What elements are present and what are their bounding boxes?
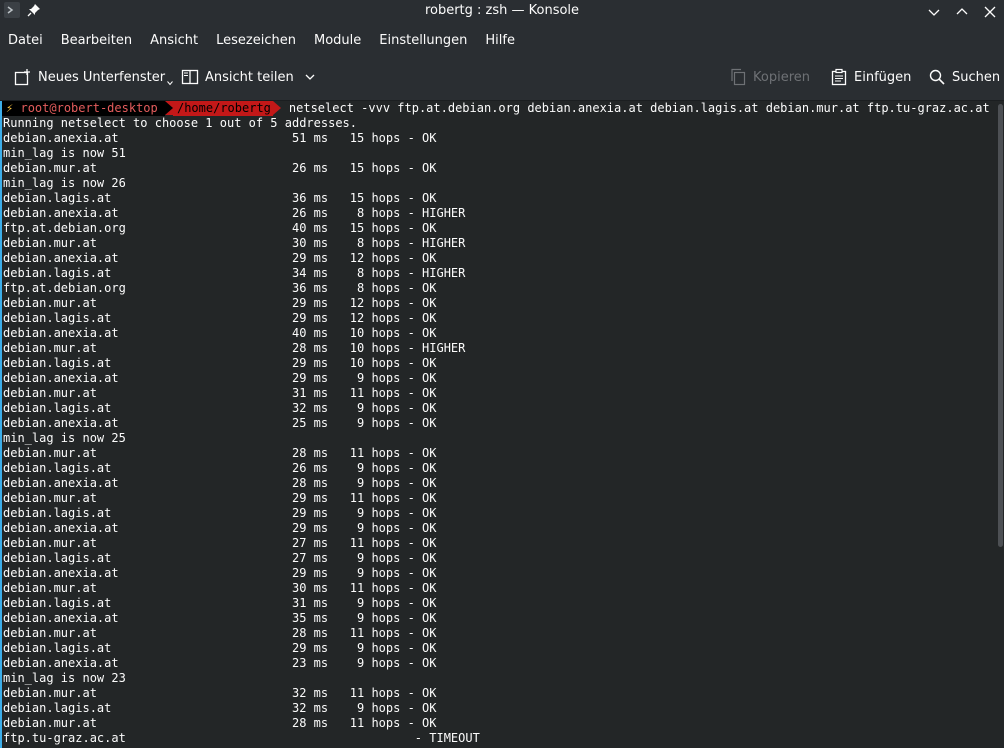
terminal-line: debian.mur.at 28 ms 11 hops - OK — [3, 446, 437, 460]
prompt-command: netselect -vvv ftp.at.debian.org debian.… — [288, 101, 990, 115]
menu-lesezeichen[interactable]: Lesezeichen — [208, 33, 306, 48]
copy-button[interactable]: Kopieren — [729, 68, 810, 86]
terminal-line: Running netselect to choose 1 out of 5 a… — [3, 116, 358, 130]
menu-datei[interactable]: Datei — [0, 33, 53, 48]
terminal-line: debian.anexia.at 29 ms 9 hops - OK — [3, 566, 437, 580]
terminal-line: debian.mur.at 29 ms 11 hops - OK — [3, 491, 437, 505]
terminal-line: debian.mur.at 28 ms 11 hops - OK — [3, 716, 437, 730]
menu-hilfe[interactable]: Hilfe — [477, 33, 525, 48]
terminal-line: debian.mur.at 28 ms 11 hops - OK — [3, 626, 437, 640]
new-tab-label: Neues Unterfenster — [38, 69, 166, 85]
terminal-line: debian.mur.at 31 ms 11 hops - OK — [3, 386, 437, 400]
terminal-line: min_lag is now 23 — [3, 671, 126, 685]
terminal-line: debian.anexia.at 29 ms 9 hops - OK — [3, 521, 437, 535]
terminal-line: min_lag is now 25 — [3, 431, 126, 445]
prompt-path: /home/robertg — [172, 101, 273, 116]
terminal-line: ftp.at.debian.org 40 ms 15 hops - OK — [3, 221, 437, 235]
search-icon — [929, 69, 945, 85]
menu-bar: Datei Bearbeiten Ansicht Lesezeichen Mod… — [0, 24, 1004, 56]
terminal-line: ftp.tu-graz.ac.at - TIMEOUT — [3, 731, 480, 745]
menu-einstellungen[interactable]: Einstellungen — [371, 33, 477, 48]
copy-label: Kopieren — [753, 69, 810, 85]
terminal-line: debian.mur.at 26 ms 15 hops - OK — [3, 161, 437, 175]
konsole-app-icon[interactable] — [4, 2, 20, 18]
terminal-line: debian.lagis.at 32 ms 9 hops - OK — [3, 701, 437, 715]
terminal-line: debian.lagis.at 29 ms 9 hops - OK — [3, 641, 437, 655]
terminal-line: debian.anexia.at 28 ms 9 hops - OK — [3, 476, 437, 490]
scrollbar-thumb[interactable] — [998, 104, 1003, 547]
chevron-down-icon — [305, 74, 315, 80]
terminal-line: debian.anexia.at 29 ms 9 hops - OK — [3, 371, 437, 385]
terminal-line: debian.mur.at 30 ms 8 hops - HIGHER — [3, 236, 466, 250]
menu-module[interactable]: Module — [306, 33, 371, 48]
menu-bearbeiten[interactable]: Bearbeiten — [53, 33, 142, 48]
pin-icon[interactable] — [26, 2, 42, 18]
maximize-window-button[interactable] — [952, 2, 972, 22]
terminal-line: debian.anexia.at 29 ms 12 hops - OK — [3, 251, 437, 265]
copy-icon — [731, 68, 746, 86]
menu-ansicht[interactable]: Ansicht — [142, 33, 208, 48]
new-tab-button[interactable]: Neues Unterfenster — [14, 68, 173, 86]
close-icon — [984, 6, 996, 18]
terminal-line: debian.mur.at 28 ms 10 hops - HIGHER — [3, 341, 466, 355]
paste-label: Einfügen — [854, 69, 912, 85]
terminal-line: debian.mur.at 32 ms 11 hops - OK — [3, 686, 437, 700]
terminal-line: debian.lagis.at 31 ms 9 hops - OK — [3, 596, 437, 610]
terminal-line: debian.anexia.at 23 ms 9 hops - OK — [3, 656, 437, 670]
shell-prompt: ⚡ root@robert-desktop /home/robertg nets… — [0, 101, 997, 116]
terminal-line: debian.lagis.at 29 ms 12 hops - OK — [3, 311, 437, 325]
terminal-line: debian.lagis.at 34 ms 8 hops - HIGHER — [3, 266, 466, 280]
terminal-line: debian.lagis.at 26 ms 9 hops - OK — [3, 461, 437, 475]
terminal-output[interactable]: ⚡ root@robert-desktop /home/robertg nets… — [0, 101, 997, 748]
terminal-line: debian.mur.at 29 ms 12 hops - OK — [3, 296, 437, 310]
window-title: robertg : zsh — Konsole — [424, 3, 580, 18]
dropdown-caret-icon — [167, 81, 173, 86]
prompt-user-segment: ⚡ root@robert-desktop — [0, 101, 165, 116]
terminal-line: ftp.at.debian.org 36 ms 8 hops - OK — [3, 281, 437, 295]
terminal-line: debian.lagis.at 27 ms 9 hops - OK — [3, 551, 437, 565]
minimize-window-button[interactable] — [924, 2, 944, 22]
terminal-line: debian.lagis.at 29 ms 10 hops - OK — [3, 356, 437, 370]
prompt-separator-icon — [164, 101, 173, 115]
output-lines: Running netselect to choose 1 out of 5 a… — [0, 116, 997, 746]
search-button[interactable]: Suchen — [928, 68, 1000, 86]
split-view-label: Ansicht teilen — [205, 69, 294, 85]
terminal-line: debian.mur.at 30 ms 11 hops - OK — [3, 581, 437, 595]
terminal-line: min_lag is now 26 — [3, 176, 126, 190]
terminal-line: debian.anexia.at 26 ms 8 hops - HIGHER — [3, 206, 466, 220]
terminal-line: debian.mur.at 27 ms 11 hops - OK — [3, 536, 437, 550]
terminal-line: debian.lagis.at 36 ms 15 hops - OK — [3, 191, 437, 205]
split-view-icon — [181, 69, 199, 85]
chevron-up-icon — [956, 8, 968, 15]
terminal-line: debian.anexia.at 35 ms 9 hops - OK — [3, 611, 437, 625]
split-view-button[interactable]: Ansicht teilen — [181, 68, 316, 86]
terminal-line: debian.anexia.at 25 ms 9 hops - OK — [3, 416, 437, 430]
title-bar: robertg : zsh — Konsole — [0, 0, 1004, 24]
lightning-icon: ⚡ — [6, 101, 14, 115]
terminal-line: min_lag is now 51 — [3, 146, 126, 160]
toolbar: Neues Unterfenster Ansicht teilen Kopier… — [0, 56, 1004, 101]
active-view-indicator — [0, 101, 2, 748]
close-window-button[interactable] — [980, 2, 1000, 22]
paste-button[interactable]: Einfügen — [830, 68, 911, 86]
terminal-line: debian.anexia.at 40 ms 10 hops - OK — [3, 326, 437, 340]
search-label: Suchen — [952, 69, 1001, 85]
terminal-line: debian.lagis.at 32 ms 9 hops - OK — [3, 401, 437, 415]
terminal-line: debian.lagis.at 29 ms 9 hops - OK — [3, 506, 437, 520]
prompt-separator-icon — [272, 101, 281, 115]
paste-icon — [831, 68, 847, 86]
prompt-user: root@robert-desktop — [20, 101, 158, 115]
terminal-line: debian.anexia.at 51 ms 15 hops - OK — [3, 131, 437, 145]
new-tab-icon — [14, 69, 30, 86]
chevron-down-icon — [928, 9, 940, 16]
